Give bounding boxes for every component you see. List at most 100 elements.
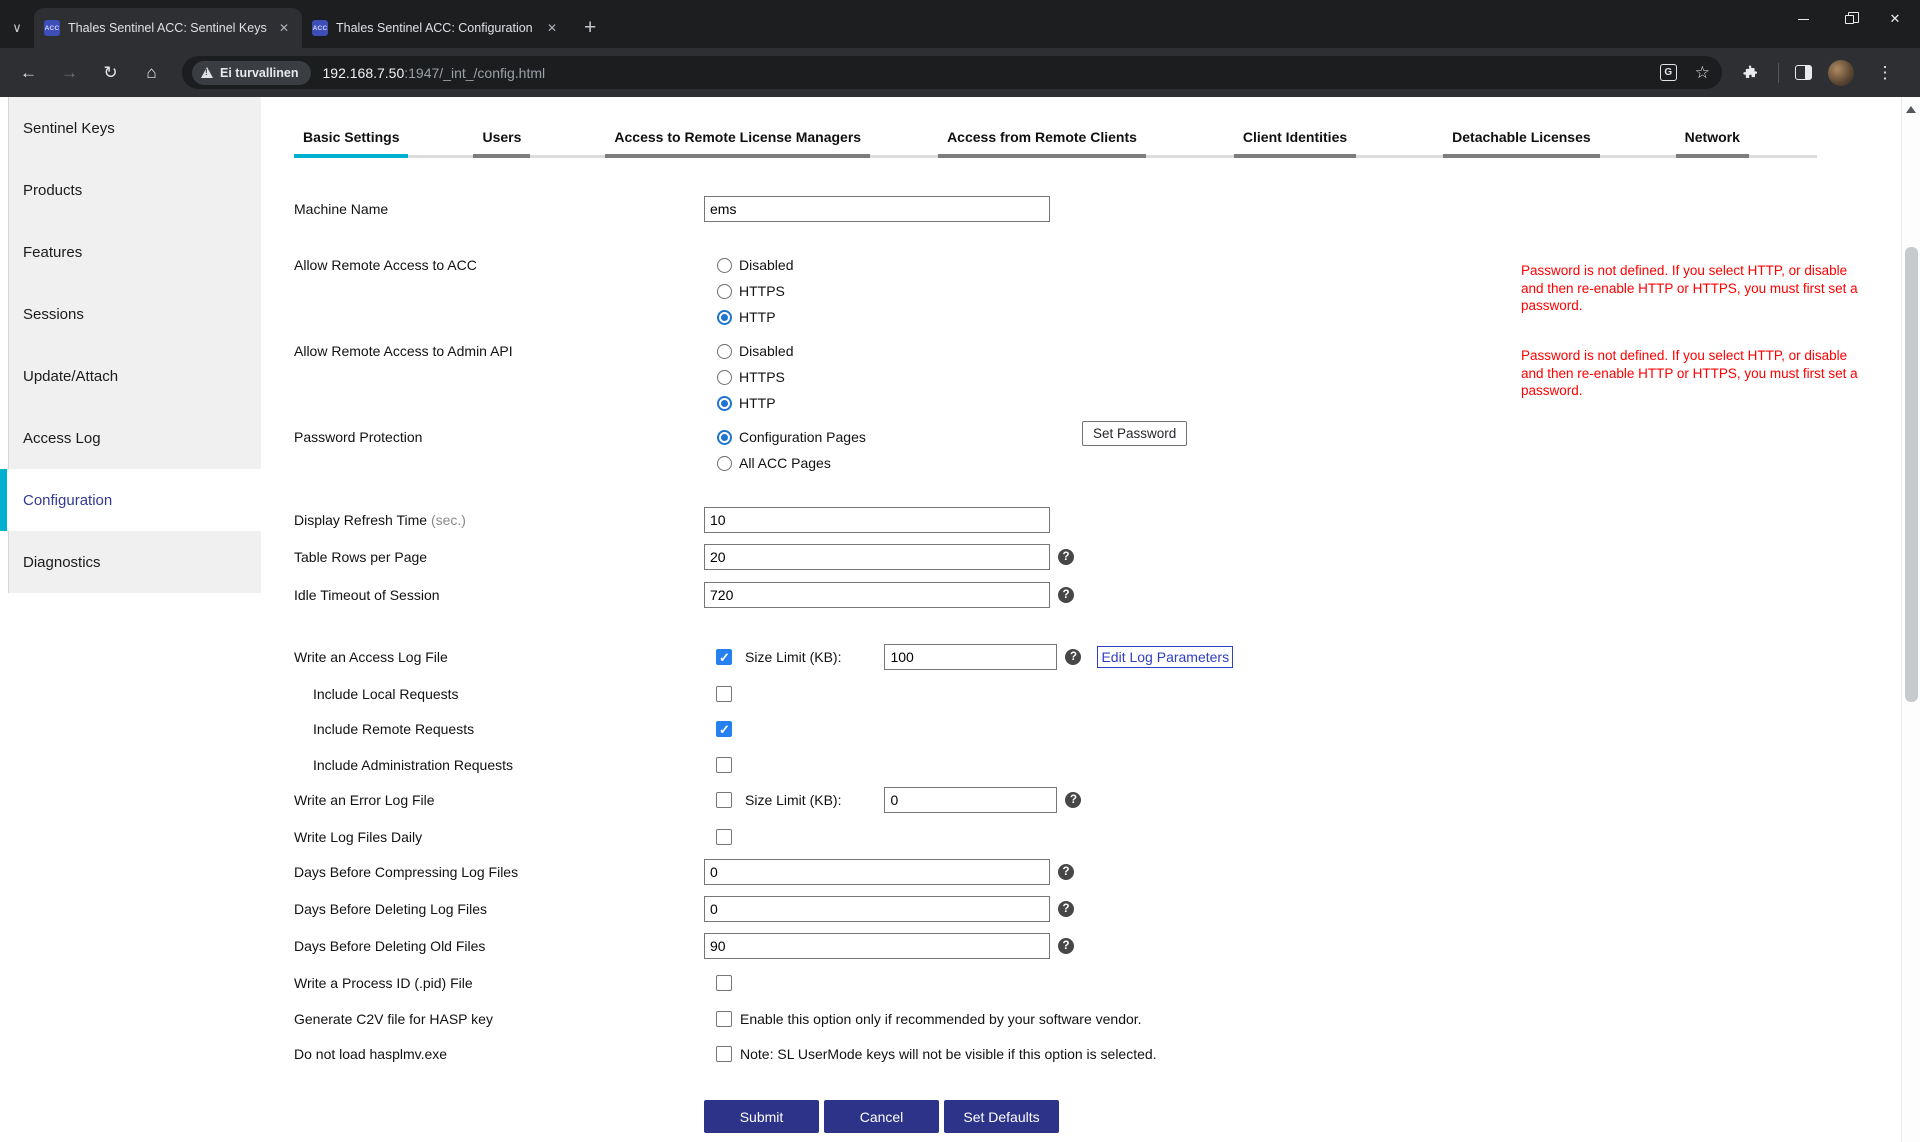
- browser-tab-configuration[interactable]: ACC Thales Sentinel ACC: Configuration ✕: [302, 8, 570, 48]
- api-access-label: Allow Remote Access to Admin API: [294, 338, 704, 364]
- browser-toolbar: ← → ↻ ⌂ ! Ei turvallinen 192.168.7.50:19…: [0, 48, 1920, 97]
- toolbar-divider: [1778, 63, 1779, 83]
- password-protection-all-pages-option[interactable]: All ACC Pages: [717, 450, 1901, 476]
- scrollbar-thumb[interactable]: [1905, 247, 1918, 702]
- cancel-button[interactable]: Cancel: [824, 1100, 939, 1133]
- help-icon[interactable]: ?: [1058, 901, 1074, 917]
- refresh-time-row: Display Refresh Time (sec.): [294, 507, 1901, 533]
- sidebar-item-features[interactable]: Features: [8, 221, 261, 283]
- delete-old-days-input[interactable]: [704, 933, 1050, 959]
- refresh-time-input[interactable]: [704, 507, 1050, 533]
- radio-checked-icon[interactable]: [717, 396, 732, 411]
- set-password-button[interactable]: Set Password: [1082, 421, 1187, 446]
- scrollbar-up-arrow[interactable]: [1906, 106, 1916, 113]
- hasplmv-row: Do not load hasplmv.exe Note: SL UserMod…: [294, 1041, 1901, 1067]
- edit-log-parameters-link[interactable]: Edit Log Parameters: [1097, 646, 1233, 668]
- tab-detachable-licenses[interactable]: Detachable Licenses: [1443, 127, 1600, 158]
- restore-button[interactable]: [1826, 0, 1872, 38]
- hasplmv-note: Note: SL UserMode keys will not be visib…: [740, 1041, 1157, 1067]
- include-admin-row: Include Administration Requests: [294, 752, 1901, 778]
- password-protection-config-pages-option[interactable]: Configuration Pages: [717, 424, 1901, 450]
- translate-icon[interactable]: G: [1660, 64, 1677, 81]
- home-icon[interactable]: ⌂: [131, 63, 172, 83]
- include-remote-checkbox-checked[interactable]: [716, 721, 732, 737]
- tab-network[interactable]: Network: [1676, 127, 1749, 158]
- close-icon[interactable]: ✕: [544, 20, 560, 36]
- include-local-label: Include Local Requests: [294, 681, 704, 707]
- access-log-size-label: Size Limit (KB):: [745, 649, 841, 665]
- access-log-checkbox-checked[interactable]: [716, 649, 732, 665]
- sidebar-item-sentinel-keys[interactable]: Sentinel Keys: [8, 97, 261, 159]
- access-log-label: Write an Access Log File: [294, 644, 704, 670]
- c2v-checkbox[interactable]: [716, 1011, 732, 1027]
- page-scrollbar[interactable]: [1901, 97, 1920, 1142]
- radio-checked-icon[interactable]: [717, 430, 732, 445]
- idle-timeout-input[interactable]: [704, 582, 1050, 608]
- radio-icon[interactable]: [717, 456, 732, 471]
- sidebar-item-update-attach[interactable]: Update/Attach: [8, 345, 261, 407]
- sidebar-item-sessions[interactable]: Sessions: [8, 283, 261, 345]
- tab-access-from-remote-clients[interactable]: Access from Remote Clients: [938, 127, 1146, 158]
- error-log-size-input[interactable]: [884, 787, 1057, 813]
- radio-icon[interactable]: [717, 284, 732, 299]
- new-tab-button[interactable]: +: [584, 18, 596, 38]
- security-badge[interactable]: ! Ei turvallinen: [192, 61, 311, 85]
- compress-days-input[interactable]: [704, 859, 1050, 885]
- include-local-row: Include Local Requests: [294, 681, 1901, 707]
- browser-menu-icon[interactable]: ⋮: [1870, 63, 1900, 83]
- side-panel-icon[interactable]: [1795, 65, 1812, 80]
- sidebar-item-diagnostics[interactable]: Diagnostics: [8, 531, 261, 593]
- help-icon[interactable]: ?: [1058, 587, 1074, 603]
- set-defaults-button[interactable]: Set Defaults: [944, 1100, 1059, 1133]
- help-icon[interactable]: ?: [1058, 549, 1074, 565]
- browser-tab-title: Thales Sentinel ACC: Sentinel Keys: [68, 21, 270, 35]
- error-log-checkbox[interactable]: [716, 792, 732, 808]
- chevron-down-icon[interactable]: ∨: [0, 8, 34, 48]
- help-icon[interactable]: ?: [1065, 792, 1081, 808]
- idle-timeout-row: Idle Timeout of Session ?: [294, 582, 1901, 608]
- submit-button[interactable]: Submit: [704, 1100, 819, 1133]
- browser-tab-strip: ∨ ACC Thales Sentinel ACC: Sentinel Keys…: [0, 0, 1920, 48]
- access-log-size-input[interactable]: [884, 644, 1057, 670]
- close-icon[interactable]: ✕: [276, 20, 292, 36]
- include-admin-label: Include Administration Requests: [294, 752, 704, 778]
- table-rows-input[interactable]: [704, 544, 1050, 570]
- daily-log-label: Write Log Files Daily: [294, 824, 704, 850]
- reload-icon[interactable]: ↻: [90, 63, 131, 83]
- tab-access-to-remote-license-managers[interactable]: Access to Remote License Managers: [605, 127, 870, 158]
- configuration-page: Basic Settings Users Access to Remote Li…: [261, 97, 1901, 1142]
- radio-icon[interactable]: [717, 370, 732, 385]
- delete-log-days-row: Days Before Deleting Log Files ?: [294, 896, 1901, 922]
- sidebar-item-products[interactable]: Products: [8, 159, 261, 221]
- c2v-label: Generate C2V file for HASP key: [294, 1006, 704, 1032]
- help-icon[interactable]: ?: [1058, 864, 1074, 880]
- machine-name-input[interactable]: [704, 196, 1050, 222]
- tab-users[interactable]: Users: [473, 127, 530, 158]
- daily-log-checkbox[interactable]: [716, 829, 732, 845]
- address-bar[interactable]: ! Ei turvallinen 192.168.7.50:1947/_int_…: [182, 56, 1722, 89]
- hasplmv-checkbox[interactable]: [716, 1046, 732, 1062]
- tab-basic-settings[interactable]: Basic Settings: [294, 127, 408, 158]
- include-local-checkbox[interactable]: [716, 686, 732, 702]
- delete-log-days-input[interactable]: [704, 896, 1050, 922]
- help-icon[interactable]: ?: [1058, 938, 1074, 954]
- browser-tab-sentinel-keys[interactable]: ACC Thales Sentinel ACC: Sentinel Keys ✕: [34, 8, 302, 48]
- back-icon[interactable]: ←: [8, 63, 49, 83]
- help-icon[interactable]: ?: [1065, 649, 1081, 665]
- include-admin-checkbox[interactable]: [716, 757, 732, 773]
- radio-icon[interactable]: [717, 258, 732, 273]
- sidebar-item-configuration[interactable]: Configuration: [0, 469, 261, 531]
- sidebar-item-access-log[interactable]: Access Log: [8, 407, 261, 469]
- minimize-button[interactable]: [1780, 0, 1826, 38]
- window-close-button[interactable]: ✕: [1872, 0, 1918, 38]
- profile-avatar[interactable]: [1828, 60, 1854, 86]
- radio-checked-icon[interactable]: [717, 310, 732, 325]
- pid-file-checkbox[interactable]: [716, 975, 732, 991]
- forward-icon[interactable]: →: [49, 63, 90, 83]
- tab-client-identities[interactable]: Client Identities: [1234, 127, 1356, 158]
- radio-icon[interactable]: [717, 344, 732, 359]
- extensions-icon[interactable]: [1740, 63, 1760, 83]
- acc-favicon: ACC: [44, 20, 60, 36]
- bookmark-star-icon[interactable]: ☆: [1695, 63, 1710, 83]
- delete-log-days-label: Days Before Deleting Log Files: [294, 896, 704, 922]
